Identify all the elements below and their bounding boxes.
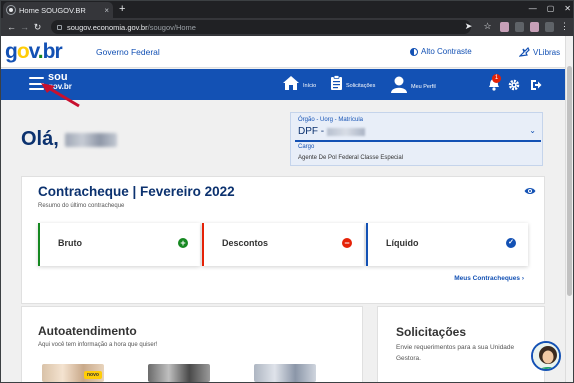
solicitacoes-title: Solicitações (396, 325, 467, 339)
liquido-card[interactable]: Líquido ✓ (366, 223, 528, 266)
clipboard-icon (331, 75, 342, 90)
contrast-icon (410, 47, 418, 56)
assistant-avatar[interactable] (531, 341, 561, 371)
logo-letter: v (28, 40, 39, 63)
autoatendimento-title: Autoatendimento (38, 324, 137, 338)
gov-br-logo[interactable]: gov.br (5, 40, 63, 64)
close-window-button[interactable]: ✕ (564, 4, 571, 13)
extension-icon[interactable] (545, 21, 554, 32)
toolbar-extensions: ➤ ☆ ⋮ (462, 21, 569, 32)
org-underline (295, 140, 541, 142)
vlibras-label: VLibras (533, 47, 561, 57)
browser-window: Home SOUGOV.BR × + — ▢ ✕ ← → ↻ sougov.ec… (0, 0, 574, 383)
nav-solicitacoes[interactable]: Solicitações (330, 75, 375, 91)
logo-letter: g (5, 40, 18, 63)
plus-icon: + (178, 238, 188, 248)
vlibras-button[interactable]: VLibras (519, 47, 560, 57)
bruto-label: Bruto (58, 238, 82, 248)
solicitacoes-card: Solicitações Envie requerimentos para a … (377, 306, 545, 382)
cargo-value: Agente De Pol Federal Classe Especial (298, 155, 404, 161)
tab-close-icon[interactable]: × (104, 6, 109, 15)
url-text: sougov.economia.gov.br/sougov/Home (67, 23, 196, 32)
new-tab-button[interactable]: + (119, 3, 125, 15)
chart-thumbnail[interactable] (254, 364, 316, 382)
url-host: sougov.economia.gov.br (67, 22, 148, 32)
back-icon[interactable]: ← (5, 22, 18, 32)
governo-federal-link[interactable]: Governo Federal (96, 47, 160, 57)
alto-contraste-label: Alto Contraste (421, 47, 472, 56)
url-path: /sougov/Home (147, 22, 196, 32)
assistant-face-icon (533, 343, 559, 369)
logo-letter: br (42, 40, 63, 63)
autoatendimento-card: Autoatendimento Aqui você tem informação… (21, 306, 363, 382)
solicitacoes-subtitle: Envie requerimentos para a sua Unidade G… (396, 344, 515, 362)
nav-solicitacoes-label: Solicitações (346, 83, 376, 89)
notification-badge: 1 (492, 74, 501, 83)
main-navbar: sou gov.br Início Solicitações Meu Perfi… (1, 69, 567, 100)
descontos-card[interactable]: Descontos − (202, 223, 364, 266)
tab-strip: Home SOUGOV.BR × + — ▢ ✕ (1, 1, 573, 18)
maximize-button[interactable]: ▢ (547, 4, 555, 13)
window-controls: — ▢ ✕ (529, 4, 571, 13)
nav-meu-perfil[interactable]: Meu Perfil (390, 75, 436, 93)
browser-toolbar: ← → ↻ sougov.economia.gov.br/sougov/Home… (1, 18, 573, 36)
reload-icon[interactable]: ↻ (31, 22, 44, 33)
blurred-matricula (327, 127, 366, 136)
lock-icon (57, 24, 62, 30)
cargo-label: Cargo (298, 144, 315, 150)
extension-icon[interactable] (500, 21, 509, 32)
logo-letter: o (16, 40, 30, 63)
browser-tab[interactable]: Home SOUGOV.BR × (3, 2, 113, 18)
nav-meu-perfil-label: Meu Perfil (411, 84, 436, 90)
novo-badge: novo (84, 371, 102, 379)
org-selector[interactable]: Órgão - Uorg - Matrícula DPF - ⌄ Cargo A… (290, 112, 543, 166)
extension-icon[interactable] (515, 21, 524, 32)
greeting: Olá, (21, 128, 117, 151)
home-icon (283, 76, 299, 90)
contracheque-card: Contracheque | Fevereiro 2022 Resumo do … (21, 176, 545, 304)
red-arrow-annotation (41, 83, 80, 108)
document-thumbnail[interactable] (148, 364, 210, 382)
meus-contracheques-label: Meus Contracheques (454, 275, 521, 282)
brand-top: sou (48, 71, 68, 83)
descontos-label: Descontos (222, 238, 269, 248)
org-value[interactable]: DPF - (298, 126, 366, 137)
browser-menu-icon[interactable]: ⋮ (560, 21, 569, 32)
bookmark-star-icon[interactable]: ☆ (481, 21, 494, 32)
org-value-text: DPF - (298, 126, 325, 137)
hand-sign-icon (519, 47, 530, 57)
minus-icon: − (342, 238, 352, 248)
liquido-label: Líquido (386, 238, 419, 248)
share-icon[interactable]: ➤ (462, 21, 475, 32)
contracheque-title: Contracheque | Fevereiro 2022 (38, 184, 235, 199)
gov-header: gov.br Governo Federal Alto Contraste VL… (1, 36, 567, 68)
logout-icon[interactable] (530, 79, 542, 91)
address-bar[interactable]: sougov.economia.gov.br/sougov/Home (51, 20, 471, 34)
nav-inicio-label: Início (303, 83, 317, 89)
tab-title: Home SOUGOV.BR (19, 5, 86, 15)
page-scrollbar[interactable] (565, 36, 573, 382)
nav-inicio[interactable]: Início (282, 75, 316, 91)
alto-contraste-button[interactable]: Alto Contraste (410, 47, 472, 56)
eye-icon[interactable] (524, 187, 536, 195)
scrollbar-thumb[interactable] (567, 66, 572, 296)
blurred-user-name (64, 132, 117, 147)
page-viewport: gov.br Governo Federal Alto Contraste VL… (1, 36, 567, 382)
chevron-down-icon[interactable]: ⌄ (529, 126, 536, 135)
minimize-button[interactable]: — (529, 4, 537, 13)
bruto-card[interactable]: Bruto + (38, 223, 200, 266)
check-icon: ✓ (506, 238, 516, 248)
user-icon (391, 76, 407, 93)
globe-icon (7, 6, 15, 14)
meus-contracheques-link[interactable]: Meus Contracheques › (454, 275, 524, 282)
autoatendimento-subtitle: Aqui você tem informação a hora que quis… (38, 342, 158, 348)
chevron-right-icon: › (521, 275, 524, 282)
forward-icon[interactable]: → (18, 22, 31, 32)
contracheque-subtitle: Resumo do último contracheque (38, 203, 125, 209)
profile-avatar-icon[interactable] (530, 21, 539, 32)
org-label: Órgão - Uorg - Matrícula (298, 117, 364, 123)
greeting-text: Olá, (21, 128, 59, 150)
gear-icon[interactable] (508, 79, 520, 91)
